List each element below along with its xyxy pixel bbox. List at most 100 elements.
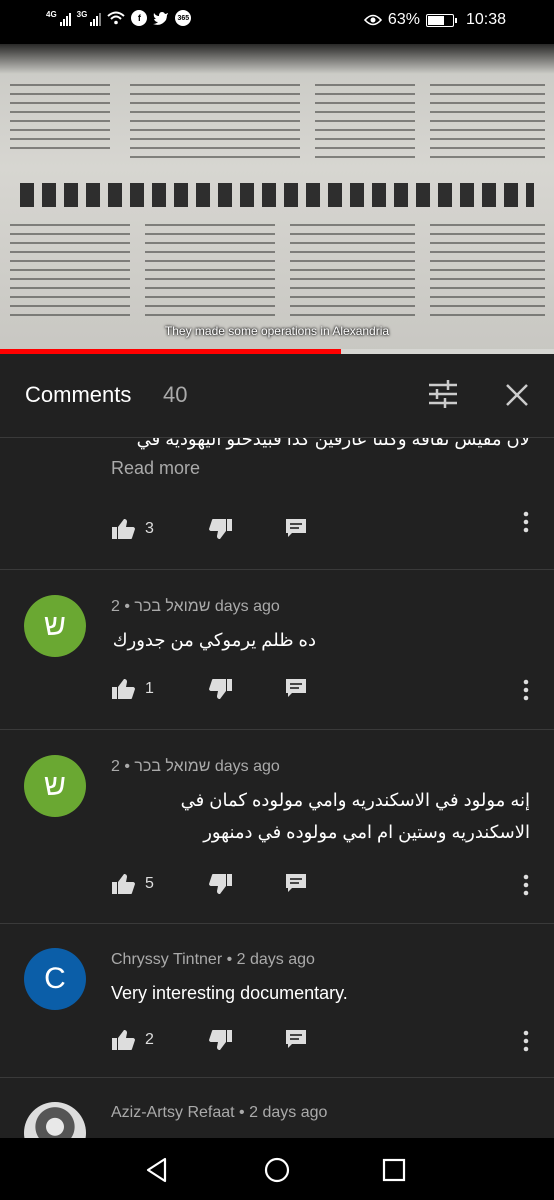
comment-list[interactable]: لان مفيش ثقافة وكلنا عارفين كدا فبيدخلو … bbox=[0, 438, 554, 1138]
comment-author-line: Chryssy Tintner • 2 days ago bbox=[111, 951, 315, 969]
like-button[interactable]: 3 bbox=[111, 518, 154, 540]
thumbs-up-icon bbox=[112, 874, 135, 894]
avatar[interactable] bbox=[24, 1102, 86, 1138]
365-badge-label: 365 bbox=[177, 14, 190, 22]
newspaper-column bbox=[10, 84, 110, 154]
sort-filter-icon[interactable] bbox=[428, 380, 458, 408]
newspaper-column bbox=[10, 224, 130, 319]
comment-text: لان مفيش ثقافة وكلنا عارفين كدا فبيدخلو … bbox=[136, 438, 530, 449]
comment: ש שמואל בכר • 2 days ago ده ظلم يرموكي م… bbox=[0, 570, 554, 730]
comment: Aziz-Artsy Refaat • 2 days ago bbox=[0, 1078, 554, 1138]
reply-icon bbox=[286, 874, 306, 892]
reply-icon bbox=[286, 519, 306, 537]
wifi-icon bbox=[107, 11, 126, 25]
more-options-icon[interactable] bbox=[514, 873, 538, 897]
newspaper-column bbox=[130, 84, 300, 159]
comment-actions: 1 bbox=[111, 678, 531, 702]
network-type-1: 4G bbox=[46, 10, 57, 19]
comment-author-line: Aziz-Artsy Refaat • 2 days ago bbox=[111, 1104, 327, 1122]
signal-icon-2 bbox=[90, 10, 102, 26]
more-options-icon[interactable] bbox=[514, 510, 538, 534]
avatar-letter: ש bbox=[44, 769, 66, 802]
system-nav-bar bbox=[0, 1138, 554, 1200]
like-count: 5 bbox=[145, 875, 154, 892]
comment-time: 2 days ago bbox=[236, 951, 315, 968]
thumbs-up-icon bbox=[112, 679, 135, 699]
eye-icon bbox=[363, 14, 382, 26]
avatar[interactable]: C bbox=[24, 948, 86, 1010]
avatar-letter: C bbox=[44, 962, 66, 995]
avatar-letter: ש bbox=[44, 609, 66, 642]
365-icon: 365 bbox=[175, 10, 192, 26]
comment-author[interactable]: שמואל בכר bbox=[134, 598, 210, 615]
newspaper-column bbox=[430, 84, 545, 159]
status-left: 4G 3G f 365 bbox=[46, 10, 192, 26]
comment: ש שמואל בכר • 2 days ago إنه مولود في ال… bbox=[0, 730, 554, 924]
comment-author[interactable]: Chryssy Tintner bbox=[111, 951, 222, 968]
separator: • bbox=[124, 598, 130, 615]
comment-actions: 3 bbox=[111, 518, 531, 542]
battery-level bbox=[427, 15, 445, 25]
comment-text: ده ظلم يرموكي من جدورك bbox=[112, 630, 316, 650]
status-bar: 4G 3G f 365 63% 10:38 bbox=[0, 0, 554, 44]
like-count: 3 bbox=[145, 520, 154, 537]
separator: • bbox=[124, 758, 130, 775]
comment-author-line: שמואל בכר • 2 days ago bbox=[111, 598, 280, 616]
newspaper-column bbox=[145, 224, 275, 319]
newspaper-column bbox=[290, 224, 415, 319]
thumbs-down-icon bbox=[209, 679, 232, 699]
video-player[interactable]: They made some operations in Alexandria bbox=[0, 44, 554, 354]
like-button[interactable]: 2 bbox=[111, 1029, 154, 1051]
avatar[interactable]: ש bbox=[24, 595, 86, 657]
twitter-icon bbox=[153, 12, 169, 25]
comment-time: 2 days ago bbox=[249, 1104, 328, 1121]
battery-icon bbox=[425, 13, 457, 27]
thumbs-up-icon bbox=[112, 1030, 135, 1050]
like-count: 1 bbox=[145, 680, 154, 697]
dislike-button[interactable] bbox=[209, 518, 233, 540]
like-count: 2 bbox=[145, 1031, 154, 1048]
comments-count: 40 bbox=[163, 382, 188, 407]
back-icon[interactable] bbox=[143, 1156, 171, 1184]
comment-text: Very interesting documentary. bbox=[111, 983, 348, 1003]
recents-icon[interactable] bbox=[380, 1156, 408, 1184]
comments-title: Comments bbox=[25, 382, 132, 407]
close-icon[interactable] bbox=[502, 380, 532, 410]
comment-author[interactable]: Aziz-Artsy Refaat bbox=[111, 1104, 235, 1121]
signal-icon bbox=[59, 10, 71, 26]
video-top-shade bbox=[0, 44, 554, 74]
dislike-button[interactable] bbox=[209, 678, 233, 700]
thumbs-down-icon bbox=[209, 519, 232, 539]
dislike-button[interactable] bbox=[209, 1029, 233, 1051]
thumbs-down-icon bbox=[209, 874, 232, 894]
comment-text: إنه مولود في الاسكندريه وامي مولوده كمان… bbox=[180, 790, 530, 842]
thumbs-down-icon bbox=[209, 1030, 232, 1050]
home-icon[interactable] bbox=[263, 1156, 291, 1184]
like-button[interactable]: 1 bbox=[111, 678, 154, 700]
more-options-icon[interactable] bbox=[514, 678, 538, 702]
like-button[interactable]: 5 bbox=[111, 873, 154, 895]
comment: C Chryssy Tintner • 2 days ago Very inte… bbox=[0, 924, 554, 1078]
reply-button[interactable] bbox=[285, 873, 307, 893]
newspaper-headline bbox=[0, 169, 554, 221]
separator: • bbox=[239, 1104, 245, 1121]
reply-icon bbox=[286, 1030, 306, 1048]
newspaper-column bbox=[430, 224, 545, 319]
reply-button[interactable] bbox=[285, 678, 307, 698]
reply-button[interactable] bbox=[285, 1029, 307, 1049]
read-more-link[interactable]: Read more bbox=[111, 458, 200, 479]
status-right: 63% 10:38 bbox=[363, 11, 506, 29]
reply-button[interactable] bbox=[285, 518, 307, 538]
comment-actions: 2 bbox=[111, 1029, 531, 1053]
avatar[interactable]: ש bbox=[24, 755, 86, 817]
comment-author[interactable]: שמואל בכר bbox=[134, 758, 210, 775]
comment-actions: 5 bbox=[111, 873, 531, 897]
dislike-button[interactable] bbox=[209, 873, 233, 895]
comment-author-line: שמואל בכר • 2 days ago bbox=[111, 758, 280, 776]
separator: • bbox=[226, 951, 233, 968]
comment: لان مفيش ثقافة وكلنا عارفين كدا فبيدخلو … bbox=[0, 438, 554, 570]
network-type-2: 3G bbox=[76, 10, 88, 19]
more-options-icon[interactable] bbox=[514, 1029, 538, 1053]
video-caption: They made some operations in Alexandria bbox=[164, 324, 390, 338]
reply-icon bbox=[286, 679, 306, 697]
